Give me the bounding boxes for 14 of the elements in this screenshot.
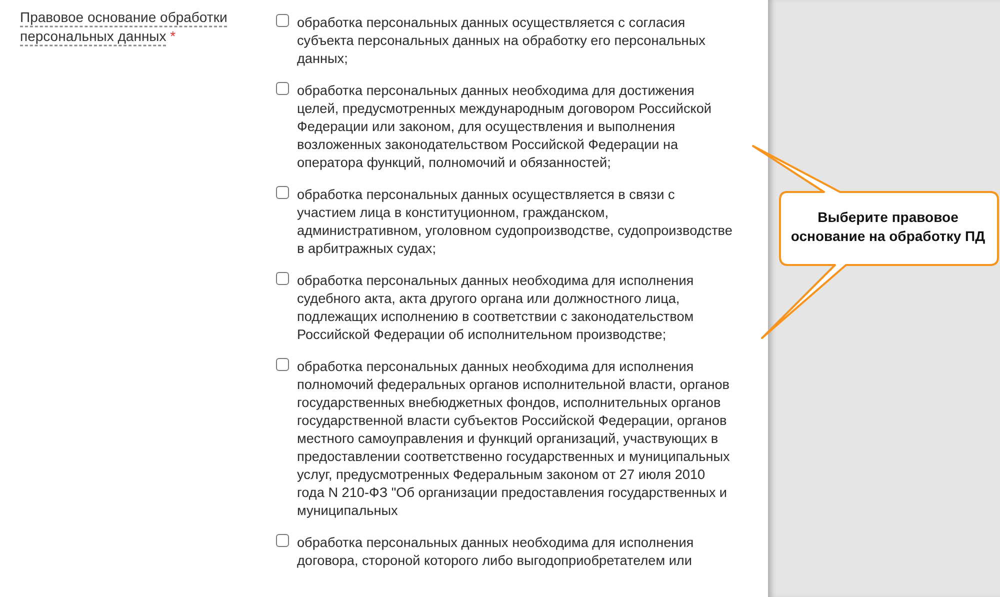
- checkbox[interactable]: [276, 272, 289, 285]
- checkbox[interactable]: [276, 358, 289, 371]
- option-label: обработка персональных данных осуществляется с согласия субъекта персональных данных на обработку его персональных данных;: [297, 14, 706, 68]
- option-label: обработка персональных данных необходима для исполнения судебного акта, акта другого органа или должностного лица, подлежащих исполнению в соответствии с законодательством Российской Федерации об исполнительном производстве;: [297, 272, 695, 344]
- option-label: обработка персональных данных необходима для достижения целей, предусмотренных международным договором Российской Федерации или законом, для осуществления и выполнения возложенных законодательством Российской Федерации на оператора функций, полномочий и обязанностей;: [297, 82, 712, 172]
- callout-text: Выберите правовое основание на обработку ПД: [790, 208, 986, 246]
- checkbox[interactable]: [276, 14, 289, 27]
- checkbox[interactable]: [276, 534, 289, 547]
- option-label: обработка персональных данных осуществляется в связи с участием лица в конституционном, гражданском, административном, уголовном судопроизводстве, судопроизводстве в арбитражных судах;: [297, 186, 733, 258]
- field-label: Правовое основание обработки персональных данных *: [20, 8, 228, 46]
- checkbox[interactable]: [276, 82, 289, 95]
- option-label: обработка персональных данных необходима для исполнения договора, стороной которого либо выгодоприобретателем или: [297, 534, 695, 570]
- option-label: обработка персональных данных необходима для исполнения полномочий федеральных органов исполнительной власти, органов государственных внебюджетных фондов, исполнительных органов государственной власти субъектов Российской Федерации, органов местного самоуправления и функций организаций, участвующих в предоставлении соответственно государственных и муниципальных услуг, предусмотренных Федеральным законом от 27 июля 2010 года N 210-ФЗ "Об организации предоставления государственных и муниципальных: [297, 358, 731, 520]
- checkbox[interactable]: [276, 186, 289, 199]
